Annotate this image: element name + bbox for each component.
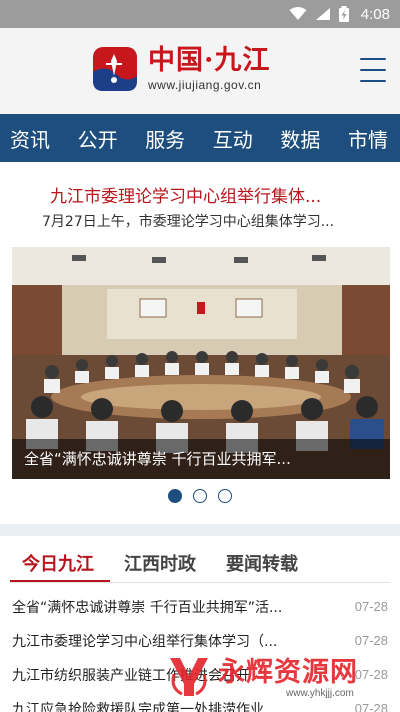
tab-today-jiujiang[interactable]: 今日九江 (22, 550, 94, 576)
watermark-url: www.yhkjjj.com (286, 688, 354, 699)
menu-line (360, 80, 386, 82)
logo-text-block: 中国·九江 www.jiujiang.gov.cn (148, 45, 271, 93)
logo-title: 中国·九江 (148, 45, 271, 76)
nav-item-data[interactable]: 数据 (280, 124, 320, 153)
watermark: 永辉资源网 www.yhkjjj.com (166, 650, 400, 712)
jiujiang-emblem-icon (93, 47, 137, 91)
news-title: 九江市委理论学习中心组举行集体学习（... (12, 634, 278, 650)
nav-item-interaction[interactable]: 互动 (213, 124, 253, 153)
cellular-signal-icon (315, 8, 330, 20)
news-date: 07-28 (354, 599, 388, 614)
section-divider (0, 524, 400, 536)
featured-photo[interactable]: 全省“满怀忠诚讲尊崇 千行百业共拥军... (12, 247, 390, 479)
site-logo[interactable]: 中国·九江 www.jiujiang.gov.cn (92, 46, 270, 92)
logo-url: www.jiujiang.gov.cn (148, 78, 262, 92)
nav-item-news[interactable]: 资讯 (10, 124, 50, 153)
app-header: 中国·九江 www.jiujiang.gov.cn (0, 28, 400, 114)
menu-line (360, 58, 386, 60)
news-date: 07-28 (354, 633, 388, 648)
status-time: 4:08 (360, 5, 390, 23)
featured-summary[interactable]: 7月27日上午，市委理论学习中心组集体学习... (42, 211, 367, 231)
tab-reposted-news[interactable]: 要闻转载 (226, 550, 298, 576)
main-nav: 资讯 公开 服务 互动 数据 市情 (0, 114, 400, 162)
nav-item-public[interactable]: 公开 (78, 124, 118, 153)
list-item[interactable]: 全省“满怀忠诚讲尊崇 千行百业共拥军”活... 07-28 (0, 588, 400, 622)
carousel-pagination (168, 489, 232, 503)
tabs-rule (10, 582, 390, 583)
nav-item-services[interactable]: 服务 (145, 124, 185, 153)
active-tab-indicator (10, 580, 110, 582)
menu-line (360, 69, 386, 71)
carousel-dot-3[interactable] (218, 489, 232, 503)
featured-title[interactable]: 九江市委理论学习中心组举行集体... (50, 182, 360, 207)
nav-item-city-info[interactable]: 市情 (348, 124, 388, 153)
battery-charging-icon (338, 6, 349, 22)
news-tabs: 今日九江 江西时政 要闻转载 (0, 536, 400, 588)
news-title: 全省“满怀忠诚讲尊崇 千行百业共拥军”活... (12, 600, 283, 616)
carousel-dot-2[interactable] (193, 489, 207, 503)
featured-photo-caption: 全省“满怀忠诚讲尊崇 千行百业共拥军... (12, 439, 390, 479)
status-bar: 4:08 (0, 0, 400, 28)
featured-carousel: 九江市委理论学习中心组举行集体... 7月27日上午，市委理论学习中心组集体学习… (0, 162, 400, 524)
hamburger-menu-icon[interactable] (360, 58, 386, 82)
carousel-dot-1[interactable] (168, 489, 182, 503)
wifi-icon (289, 7, 307, 20)
tab-jiangxi-politics[interactable]: 江西时政 (124, 550, 196, 576)
watermark-text: 永辉资源网 (218, 657, 358, 688)
watermark-logo-icon (170, 658, 208, 696)
status-icons: 4:08 (289, 0, 390, 28)
